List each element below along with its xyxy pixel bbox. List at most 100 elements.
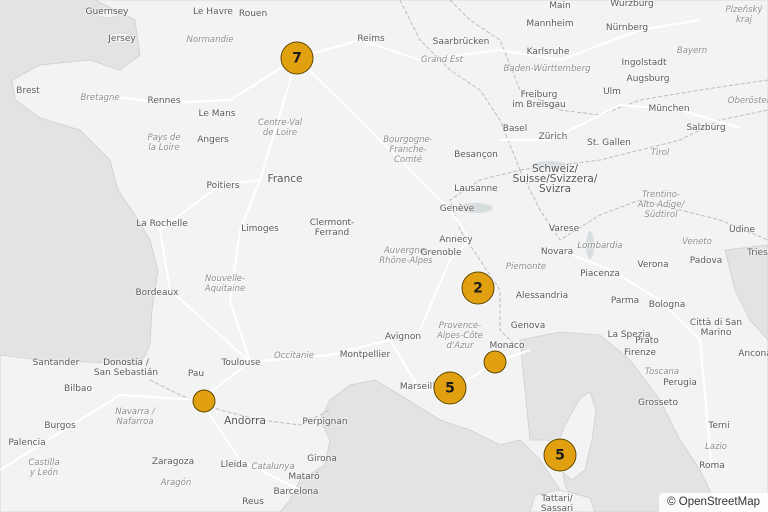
map-label-city: Genova xyxy=(510,321,546,331)
map-label-city: Jersey xyxy=(108,34,136,44)
map-label-region: Catalunya xyxy=(251,462,295,472)
map-label-city: Barcelona xyxy=(273,487,319,497)
map-label-city: Alessandria xyxy=(515,291,569,301)
map-label-city: Novara xyxy=(540,247,574,257)
map-label-city: Burgos xyxy=(44,421,76,431)
cluster-count: 5 xyxy=(555,447,565,463)
map-label-city: Girona xyxy=(307,454,337,464)
cluster-count: 2 xyxy=(473,280,483,296)
map-label-region: Plzeňský kraj xyxy=(725,5,763,25)
map-label-region: Provence- Alpes-Côte d'Azur xyxy=(437,321,483,351)
map-label-region: Nouvelle- Aquitaine xyxy=(204,274,246,294)
map-label-city: Prato xyxy=(635,336,659,346)
map-label-region: Castilla y León xyxy=(28,458,60,478)
map-label-city: Lausanne xyxy=(454,184,498,194)
map-label-city: Main xyxy=(549,1,571,11)
map-label-region: Navarra / Nafarroa xyxy=(115,407,155,427)
map-label-city: Città di San Marino xyxy=(689,318,743,338)
map-label-city: Poitiers xyxy=(206,181,240,191)
map-label-city: Grenoble xyxy=(420,248,462,258)
map-label-city: La Rochelle xyxy=(136,219,188,229)
map-label-region: Lombardia xyxy=(577,241,623,251)
map-label-region: Piemonte xyxy=(505,262,547,272)
map-label-region: Bourgogne- Franche- Comté xyxy=(383,135,433,165)
map-label-city: Terni xyxy=(708,421,730,431)
map-label-region: Lazio xyxy=(705,442,727,452)
map-label-city: Freiburg im Breisgau xyxy=(512,90,566,110)
map-label-city: Perpignan xyxy=(302,417,348,427)
map-label-city: Angers xyxy=(197,135,229,145)
map-label-region: Veneto xyxy=(682,237,712,247)
cluster-marker[interactable]: 5 xyxy=(433,371,467,405)
map-label-city: Palencia xyxy=(8,438,46,448)
map-label-city: Saarbrücken xyxy=(432,37,490,47)
map-label-city: Bilbao xyxy=(64,384,92,394)
cluster-count: 7 xyxy=(292,50,302,66)
map-label-city: Brest xyxy=(16,86,40,96)
map-label-city: Zaragoza xyxy=(151,457,195,467)
map-label-city: Besançon xyxy=(454,150,498,160)
cluster-marker[interactable]: 5 xyxy=(543,438,577,472)
map-label-city: Rouen xyxy=(238,9,268,19)
map-label-region: Toscana xyxy=(644,367,680,377)
map-label-city: Guernsey xyxy=(85,7,129,17)
map-label-city: Mataró xyxy=(288,472,320,482)
map-label-city: Tattari/ Sassari xyxy=(540,494,574,512)
map-label-city: Grosseto xyxy=(638,398,678,408)
map-label-region: Bretagne xyxy=(80,93,120,103)
map-label-city: Reus xyxy=(242,497,264,507)
map-label-city: St. Gallen xyxy=(587,138,631,148)
map-label-city: Donostia / San Sebastián xyxy=(93,358,159,378)
map-label-region: Baden-Württemberg xyxy=(503,64,591,74)
cluster-marker[interactable]: 2 xyxy=(461,271,495,305)
map-label-city: Ulm xyxy=(603,87,621,97)
map-label-city: Padova xyxy=(689,256,723,266)
map-label-city: Roma xyxy=(699,461,725,471)
map-label-city: Mannheim xyxy=(526,19,574,29)
map-label-city: Salzburg xyxy=(686,123,726,133)
map-label-city: Limoges xyxy=(241,224,279,234)
map-label-country: France xyxy=(267,173,303,185)
map-label-city: Basel xyxy=(502,124,528,134)
map-label-city: Lleida xyxy=(220,460,248,470)
map-label-region: Pays de la Loire xyxy=(147,133,181,153)
location-marker[interactable] xyxy=(192,389,216,413)
map-label-city: Würzburg xyxy=(610,0,654,9)
map-label-city: Bordeaux xyxy=(135,288,179,298)
map-label-city: Bologna xyxy=(648,300,686,310)
map-label-city: Genève xyxy=(439,204,475,214)
map-label-country: Andorra xyxy=(224,415,266,427)
map-label-city: Varese xyxy=(548,224,580,234)
map-label-region: Centre-Val de Loire xyxy=(257,118,303,138)
map-label-city: Montpellier xyxy=(339,350,391,360)
map-label-city: Ancona xyxy=(738,349,768,359)
map-label-region: Tirol xyxy=(650,148,670,158)
map-label-city: Annecy xyxy=(439,235,473,245)
location-marker[interactable] xyxy=(483,350,507,374)
map-label-city: Nürnberg xyxy=(605,23,649,33)
cluster-count: 5 xyxy=(445,380,455,396)
map-label-city: Zürich xyxy=(538,132,568,142)
map-label-region: Oberöster xyxy=(727,96,768,106)
map-label-city: Reims xyxy=(357,34,385,44)
cluster-marker[interactable]: 7 xyxy=(280,41,314,75)
map-label-city: Pau xyxy=(187,369,205,379)
map-label-city: Ingolstadt xyxy=(621,58,667,68)
map-label-city: Augsburg xyxy=(626,74,670,84)
map-label-city: Rennes xyxy=(147,96,181,106)
map-label-region: Occitanie xyxy=(274,351,314,361)
map-label-country: Schweiz/ Suisse/Svizzera/ Svizra xyxy=(512,163,598,195)
map-attribution[interactable]: © OpenStreetMap xyxy=(659,493,768,512)
map-label-region: Normandie xyxy=(186,35,234,45)
map-label-city: Toulouse xyxy=(221,358,261,368)
map-label-region: Aragón xyxy=(160,478,192,488)
map-label-city: Udine xyxy=(728,225,756,235)
map-label-city: Avignon xyxy=(384,332,422,342)
attribution-text[interactable]: © OpenStreetMap xyxy=(667,496,760,508)
map-label-city: Santander xyxy=(32,358,80,368)
map-label-region: Trentino- Alto Adige/ Südtirol xyxy=(637,190,685,220)
map-label-city: Karlsruhe xyxy=(526,47,570,57)
map-label-city: Le Havre xyxy=(193,7,233,17)
map-view[interactable]: Guernsey Jersey Le Havre Rouen Normandie Bres… xyxy=(0,0,768,512)
map-label-city: Trieste xyxy=(747,248,768,258)
